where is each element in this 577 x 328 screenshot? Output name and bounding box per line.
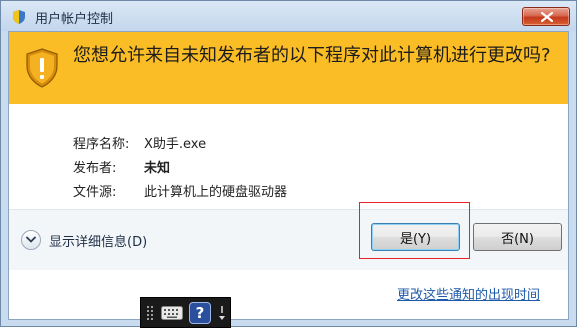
detail-label: 发布者: [73, 157, 144, 176]
menu-icon[interactable] [217, 304, 227, 324]
title-bar[interactable]: 用户帐户控制 [1, 1, 576, 31]
grip-icon[interactable] [145, 303, 155, 323]
expand-button[interactable] [21, 230, 41, 250]
show-details-toggle[interactable]: 显示详细信息(D) [21, 230, 147, 250]
publisher-value: 未知 [144, 157, 170, 176]
floating-toolbar: ? [140, 297, 231, 328]
keyboard-icon[interactable] [161, 306, 183, 320]
no-button[interactable]: 否(N) [473, 223, 562, 251]
detail-row-source: 文件源: 此计算机上的硬盘驱动器 [73, 178, 287, 202]
dialog-content: 您想允许来自未知发布者的以下程序对此计算机进行更改吗? 程序名称: X助手.ex… [8, 31, 569, 320]
detail-label: 程序名称: [73, 133, 144, 152]
uac-shield-icon [11, 9, 27, 25]
file-source-value: 此计算机上的硬盘驱动器 [144, 181, 287, 200]
warning-shield-icon [25, 48, 59, 88]
warning-banner: 您想允许来自未知发布者的以下程序对此计算机进行更改吗? [9, 32, 568, 104]
help-icon[interactable]: ? [189, 302, 211, 324]
uac-dialog-window: 用户帐户控制 您想允许来自未知发布者的以下程序对此计算机进行更改吗? 程序名称:… [0, 0, 577, 327]
show-details-label: 显示详细信息(D) [49, 231, 147, 250]
detail-label: 文件源: [73, 181, 144, 200]
program-name-value: X助手.exe [144, 133, 206, 152]
chevron-down-icon [26, 236, 36, 244]
close-icon [541, 12, 553, 22]
window-title: 用户帐户控制 [35, 8, 113, 27]
consent-question: 您想允许来自未知发布者的以下程序对此计算机进行更改吗? [73, 42, 559, 69]
change-notification-settings-link[interactable]: 更改这些通知的出现时间 [397, 284, 540, 303]
close-button[interactable] [522, 7, 570, 26]
yes-button[interactable]: 是(Y) [371, 223, 460, 251]
program-details: 程序名称: X助手.exe 发布者: 未知 文件源: 此计算机上的硬盘驱动器 [73, 130, 287, 202]
detail-row-program: 程序名称: X助手.exe [73, 130, 287, 154]
detail-row-publisher: 发布者: 未知 [73, 154, 287, 178]
